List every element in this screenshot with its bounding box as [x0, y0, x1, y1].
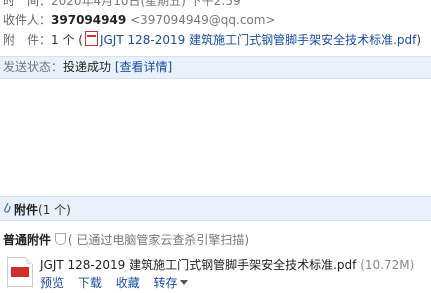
scan-note-text: ( 已通过电脑管家云查杀引擎扫描) — [67, 233, 250, 247]
download-link[interactable]: 下载 — [78, 276, 102, 290]
send-status-row: 发送状态：投递成功 [查看详情] — [3, 59, 172, 75]
status-label: 发送状态： — [3, 60, 64, 74]
attachments-count: (1 个) — [38, 203, 71, 217]
pdf-icon — [84, 31, 98, 46]
view-details-link[interactable]: [查看详情] — [115, 60, 172, 74]
attachments-title: 附件(1 个) — [14, 201, 71, 218]
attachment-link[interactable]: JGJT 128-2019 建筑施工门式钢管脚手架安全技术标准.pdf — [100, 33, 416, 47]
shield-icon — [54, 233, 66, 245]
attachments-title-label: 附件 — [14, 203, 39, 217]
chevron-down-icon — [179, 280, 188, 285]
attach-close: ) — [416, 33, 422, 47]
forward-link[interactable]: 转存 — [154, 276, 188, 290]
attachments-bar: 附件(1 个) — [0, 196, 431, 221]
attachment-summary-row: 附 件：1 个 ( JGJT 128-2019 建筑施工门式钢管脚手架安全技术标准… — [3, 31, 421, 48]
time-value: 2020年4月10日(星期五) 下午2:59 — [51, 0, 241, 8]
forward-link-label: 转存 — [153, 276, 178, 290]
favorite-link[interactable]: 收藏 — [116, 276, 140, 290]
attachment-file-name[interactable]: JGJT 128-2019 建筑施工门式钢管脚手架安全技术标准.pdf — [40, 258, 356, 272]
normal-attachments-label: 普通附件 — [3, 233, 52, 247]
normal-attachments-header: 普通附件 ( 已通过电脑管家云查杀引擎扫描) — [3, 231, 249, 248]
recipient-email[interactable]: <397094949@qq.com> — [130, 13, 276, 27]
status-value: 投递成功 — [63, 60, 112, 74]
attachment-file-size: (10.72M) — [360, 258, 415, 272]
time-label: 时 间： — [3, 0, 52, 8]
scan-note: ( 已通过电脑管家云查杀引擎扫描) — [54, 233, 250, 247]
pdf-file-icon[interactable] — [7, 257, 33, 287]
recipient-row: 收件人：397094949 <397094949@qq.com> — [3, 12, 276, 28]
mail-header: 时 间：2020年4月10日(星期五) 下午2:59 收件人：397094949… — [0, 0, 431, 55]
time-row: 时 间：2020年4月10日(星期五) 下午2:59 — [3, 0, 241, 9]
attachment-file-row: JGJT 128-2019 建筑施工门式钢管脚手架安全技术标准.pdf (10.… — [40, 256, 414, 273]
paperclip-icon — [4, 202, 11, 213]
preview-link[interactable]: 预览 — [40, 276, 64, 290]
attach-count: 1 个 ( — [51, 33, 83, 47]
attachment-actions: 预览 下载 收藏 转存 — [40, 274, 198, 291]
send-status-bar: 发送状态：投递成功 [查看详情] — [0, 56, 431, 79]
recipient-qq[interactable]: 397094949 — [51, 13, 126, 27]
recipient-label: 收件人： — [3, 13, 52, 27]
attach-label: 附 件： — [3, 33, 52, 47]
